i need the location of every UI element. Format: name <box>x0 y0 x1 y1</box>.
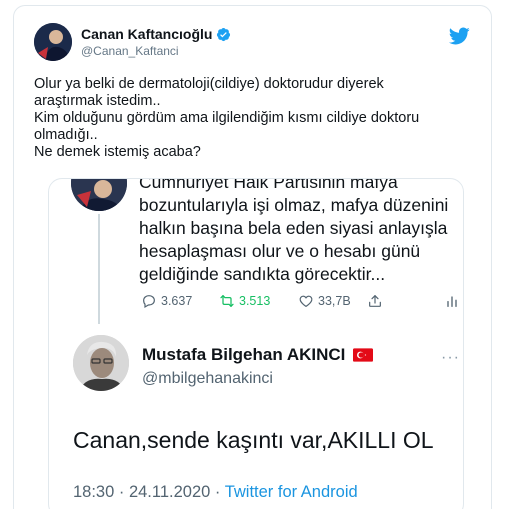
quoted-text-line: halkın başına bela eden siyasi anlayışla <box>139 218 448 238</box>
reply-timestamp[interactable]: 18:30 · 24.11.2020 · <box>73 483 225 501</box>
share-icon <box>369 295 381 307</box>
retweet-button[interactable]: 3.513 <box>219 293 270 309</box>
reply-tweet-text: Canan,sende kaşıntı var,AKILLI OL <box>73 427 434 453</box>
analytics-icon <box>447 296 457 307</box>
quoted-text-line: Cumhuriyet Halk Partisinin mafya <box>139 178 398 192</box>
like-button[interactable]: 33,7B <box>298 293 351 309</box>
more-options-icon[interactable]: ··· <box>441 349 460 367</box>
tweet-text: Olur ya belki de dermatoloji(cildiye) do… <box>34 76 479 161</box>
reply-metadata: 18:30 · 24.11.2020 · Twitter for Android <box>73 483 358 502</box>
tweet-text-line: Kim olduğunu gördüm ama ilgilendiğim kıs… <box>34 110 420 126</box>
retweet-count: 3.513 <box>239 294 271 308</box>
reply-icon <box>143 295 155 309</box>
tweet-text-line: olmadığı.. <box>34 127 98 143</box>
share-button[interactable] <box>367 293 383 309</box>
quoted-text-line: bozuntularıyla işi olmaz, mafya düzenini <box>139 195 449 215</box>
reply-source-link[interactable]: Twitter for Android <box>225 483 358 501</box>
reply-count: 3.637 <box>161 294 193 308</box>
embedded-screenshot[interactable]: Cumhuriyet Halk Partisinin mafya bozuntu… <box>48 178 464 509</box>
turkey-flag-icon <box>353 348 374 362</box>
twitter-bird-icon[interactable] <box>448 25 470 47</box>
tweet-text-line: araştırmak istedim.. <box>34 93 161 109</box>
like-count: 33,7B <box>318 294 351 308</box>
quoted-text-line: geldiğinde sandıkta görecektir... <box>139 264 386 284</box>
tweet-card: Canan Kaftancıoğlu @Canan_Kaftanci Olur … <box>13 5 492 509</box>
reply-author-avatar[interactable] <box>73 335 129 391</box>
reply-author-handle[interactable]: @mbilgehanakinci <box>142 370 273 388</box>
author-handle[interactable]: @Canan_Kaftanci <box>81 44 179 58</box>
heart-icon <box>299 295 313 308</box>
quoted-tweet-text: Cumhuriyet Halk Partisinin mafya bozuntu… <box>139 178 463 286</box>
thread-line <box>98 214 100 324</box>
quoted-text-line: hesaplaşması olur ve o hesabı günü <box>139 241 421 261</box>
author-name[interactable]: Canan Kaftancıoğlu <box>81 26 212 42</box>
retweet-icon <box>220 295 234 307</box>
verified-badge-icon <box>217 27 231 41</box>
reply-button[interactable]: 3.637 <box>141 293 192 309</box>
tweet-text-line: Ne demek istemiş acaba? <box>34 144 201 160</box>
author-avatar[interactable] <box>34 23 72 61</box>
analytics-button[interactable] <box>444 293 460 309</box>
quoted-author-avatar <box>71 179 127 211</box>
reply-author-name[interactable]: Mustafa Bilgehan AKINCI <box>142 345 345 365</box>
tweet-text-line: Olur ya belki de dermatoloji(cildiye) do… <box>34 76 384 92</box>
action-bar: 3.637 3.513 33,7B <box>141 293 461 313</box>
